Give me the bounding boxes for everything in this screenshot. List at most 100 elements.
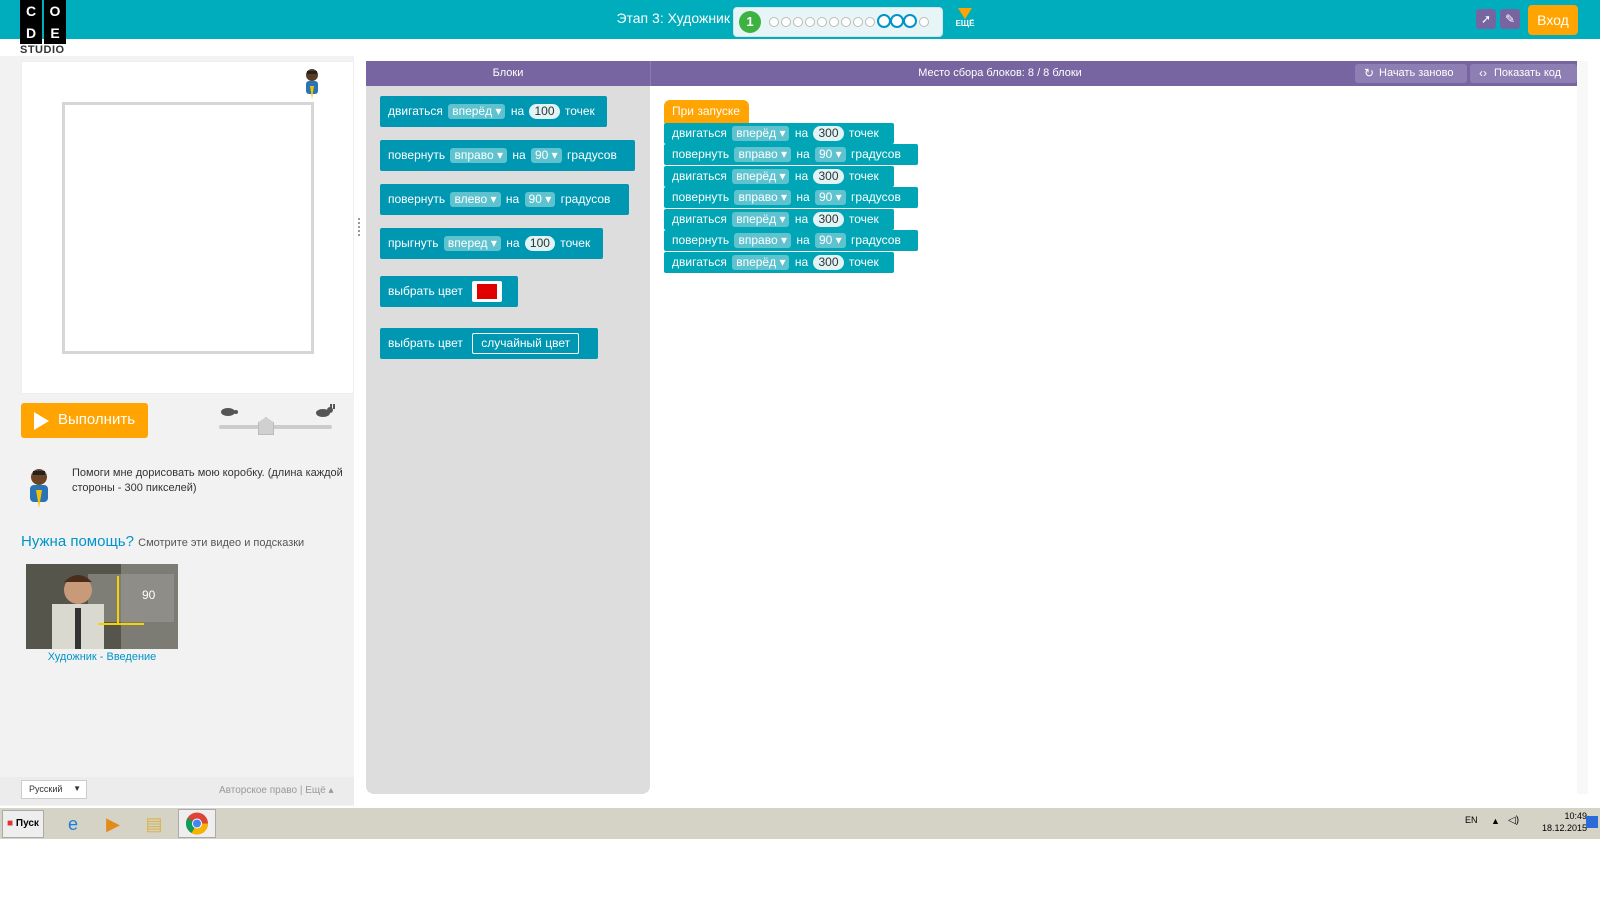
pencil-icon[interactable]: ✎ — [1500, 9, 1520, 29]
chrome-taskbar-button[interactable] — [178, 809, 216, 838]
copyright-link[interactable]: Авторское право — [219, 785, 297, 796]
triangle-down-icon — [958, 8, 972, 19]
dropdown-value: вперёд — [736, 126, 777, 140]
toolbox-header: Блоки — [492, 67, 524, 79]
level-dot-assessment[interactable] — [877, 14, 891, 28]
angle-dropdown[interactable]: 90 ▾ — [814, 147, 846, 162]
workspace-block-turn[interactable]: повернуть вправо ▾ на 90 ▾ градусов — [664, 144, 918, 165]
direction-dropdown[interactable]: вперед ▾ — [443, 236, 501, 251]
direction-dropdown[interactable]: влево ▾ — [450, 192, 501, 207]
workspace-block-move[interactable]: двигаться вперёд ▾ на 300 точек — [664, 209, 894, 230]
folder-icon[interactable]: ▤ — [139, 812, 169, 836]
direction-dropdown[interactable]: вправо ▾ — [734, 147, 791, 162]
level-dot-assessment[interactable] — [890, 14, 904, 28]
block-text: повернуть — [672, 147, 730, 161]
keyboard-language[interactable]: EN — [1465, 815, 1478, 825]
run-button[interactable]: Выполнить — [21, 403, 148, 438]
workspace-block-move[interactable]: двигаться вперёд ▾ на 300 точек — [664, 166, 894, 187]
toolbox-block-turn-right[interactable]: повернуть вправо ▾ на 90 ▾ градусов — [380, 140, 635, 171]
workspace-block-move[interactable]: двигаться вперёд ▾ на 300 точек — [664, 123, 894, 144]
video-overlay-text: 90 — [142, 588, 156, 602]
clock[interactable]: 10:49 18.12.2015 — [1487, 810, 1587, 838]
internet-explorer-icon[interactable]: e — [58, 812, 88, 836]
video-label[interactable]: Художник - Введение — [26, 651, 178, 663]
help-title[interactable]: Нужна помощь? — [21, 533, 134, 550]
code-studio-logo[interactable]: C O D E STUDIO — [20, 0, 67, 56]
number-field[interactable]: 300 — [813, 212, 844, 227]
workspace-block-turn[interactable]: повернуть вправо ▾ на 90 ▾ градусов — [664, 230, 918, 251]
direction-dropdown[interactable]: вправо ▾ — [734, 233, 791, 248]
angle-dropdown[interactable]: 90 ▾ — [814, 233, 846, 248]
number-field[interactable]: 300 — [813, 126, 844, 141]
show-desktop-icon[interactable] — [1586, 816, 1598, 828]
workspace-header: Место сбора блоков: 8 / 8 блоки — [918, 67, 1082, 79]
level-dot[interactable] — [781, 17, 791, 27]
toolbox-block-move[interactable]: двигаться вперёд ▾ на 100 точек — [380, 96, 607, 127]
number-field[interactable]: 300 — [813, 169, 844, 184]
level-dot[interactable] — [919, 17, 929, 27]
number-field[interactable]: 100 — [524, 236, 555, 251]
direction-dropdown[interactable]: вперёд ▾ — [732, 255, 790, 270]
angle-dropdown[interactable]: 90 ▾ — [524, 192, 556, 207]
direction-dropdown[interactable]: вправо ▾ — [734, 190, 791, 205]
level-dot[interactable] — [817, 17, 827, 27]
level-dot[interactable] — [865, 17, 875, 27]
direction-dropdown[interactable]: вперёд ▾ — [732, 126, 790, 141]
restart-button[interactable]: ↻ Начать заново — [1355, 64, 1467, 83]
direction-dropdown[interactable]: вперёд ▾ — [732, 169, 790, 184]
block-text: точек — [848, 126, 879, 140]
show-code-button[interactable]: ‹› Показать код — [1470, 64, 1577, 83]
level-dot[interactable] — [793, 17, 803, 27]
workspace-block-move[interactable]: двигаться вперёд ▾ на 300 точек — [664, 252, 894, 273]
more-levels-toggle[interactable]: ЕЩЁ — [950, 6, 980, 36]
direction-dropdown[interactable]: вперёд ▾ — [732, 212, 790, 227]
direction-dropdown[interactable]: вправо ▾ — [450, 148, 507, 163]
play-icon — [34, 412, 49, 430]
when-run-block[interactable]: При запуске — [664, 100, 749, 123]
block-text: точек — [848, 169, 879, 183]
video-thumbnail[interactable]: 90 — [26, 564, 178, 649]
login-button[interactable]: Вход — [1528, 5, 1578, 35]
media-player-icon[interactable]: ▶ — [98, 812, 128, 836]
workspace-block-turn[interactable]: повернуть вправо ▾ на 90 ▾ градусов — [664, 187, 918, 208]
color-picker[interactable] — [472, 281, 503, 303]
workspace-scroll-edge — [1577, 61, 1588, 794]
windows-flag-icon: ■ — [7, 818, 14, 829]
number-field[interactable]: 300 — [813, 255, 844, 270]
start-button[interactable]: ■ Пуск — [2, 810, 44, 838]
angle-dropdown[interactable]: 90 ▾ — [814, 190, 846, 205]
current-level-badge[interactable]: 1 — [739, 11, 761, 33]
direction-dropdown[interactable]: вперёд ▾ — [448, 104, 506, 119]
artist-avatar-icon — [30, 469, 48, 508]
block-text: градусов — [851, 190, 901, 204]
random-color-field[interactable]: случайный цвет — [472, 333, 580, 355]
level-dot-assessment[interactable] — [903, 14, 917, 28]
language-select[interactable]: Русский ▼ — [21, 780, 87, 799]
start-label: Пуск — [15, 818, 39, 829]
color-swatch — [477, 284, 498, 300]
turtle-icon — [219, 405, 239, 417]
toolbox-block-random-color[interactable]: выбрать цвет случайный цвет — [380, 328, 598, 359]
level-dot[interactable] — [841, 17, 851, 27]
angle-dropdown[interactable]: 90 ▾ — [530, 148, 562, 163]
level-dot[interactable] — [769, 17, 779, 27]
rocket-icon[interactable]: ➚ — [1476, 9, 1496, 29]
number-field[interactable]: 100 — [529, 104, 560, 119]
block-text: точек — [560, 236, 591, 250]
toolbox-block-turn-left[interactable]: повернуть влево ▾ на 90 ▾ градусов — [380, 184, 629, 215]
level-dot[interactable] — [829, 17, 839, 27]
block-text: на — [794, 169, 809, 183]
toolbox-block-jump[interactable]: прыгнуть вперед ▾ на 100 точек — [380, 228, 603, 259]
toolbox-block-set-color[interactable]: выбрать цвет — [380, 276, 518, 307]
footer-more-link[interactable]: Ещё — [305, 785, 325, 796]
level-dot[interactable] — [805, 17, 815, 27]
speed-slider-track[interactable] — [219, 425, 332, 429]
dropdown-value: вперёд — [736, 255, 777, 269]
level-dot[interactable] — [853, 17, 863, 27]
block-text: градусов — [567, 148, 617, 162]
block-text: повернуть — [388, 192, 446, 206]
logo-letter: D — [20, 22, 42, 44]
resize-handle[interactable] — [358, 218, 362, 236]
block-text: на — [794, 255, 809, 269]
block-text: градусов — [851, 147, 901, 161]
